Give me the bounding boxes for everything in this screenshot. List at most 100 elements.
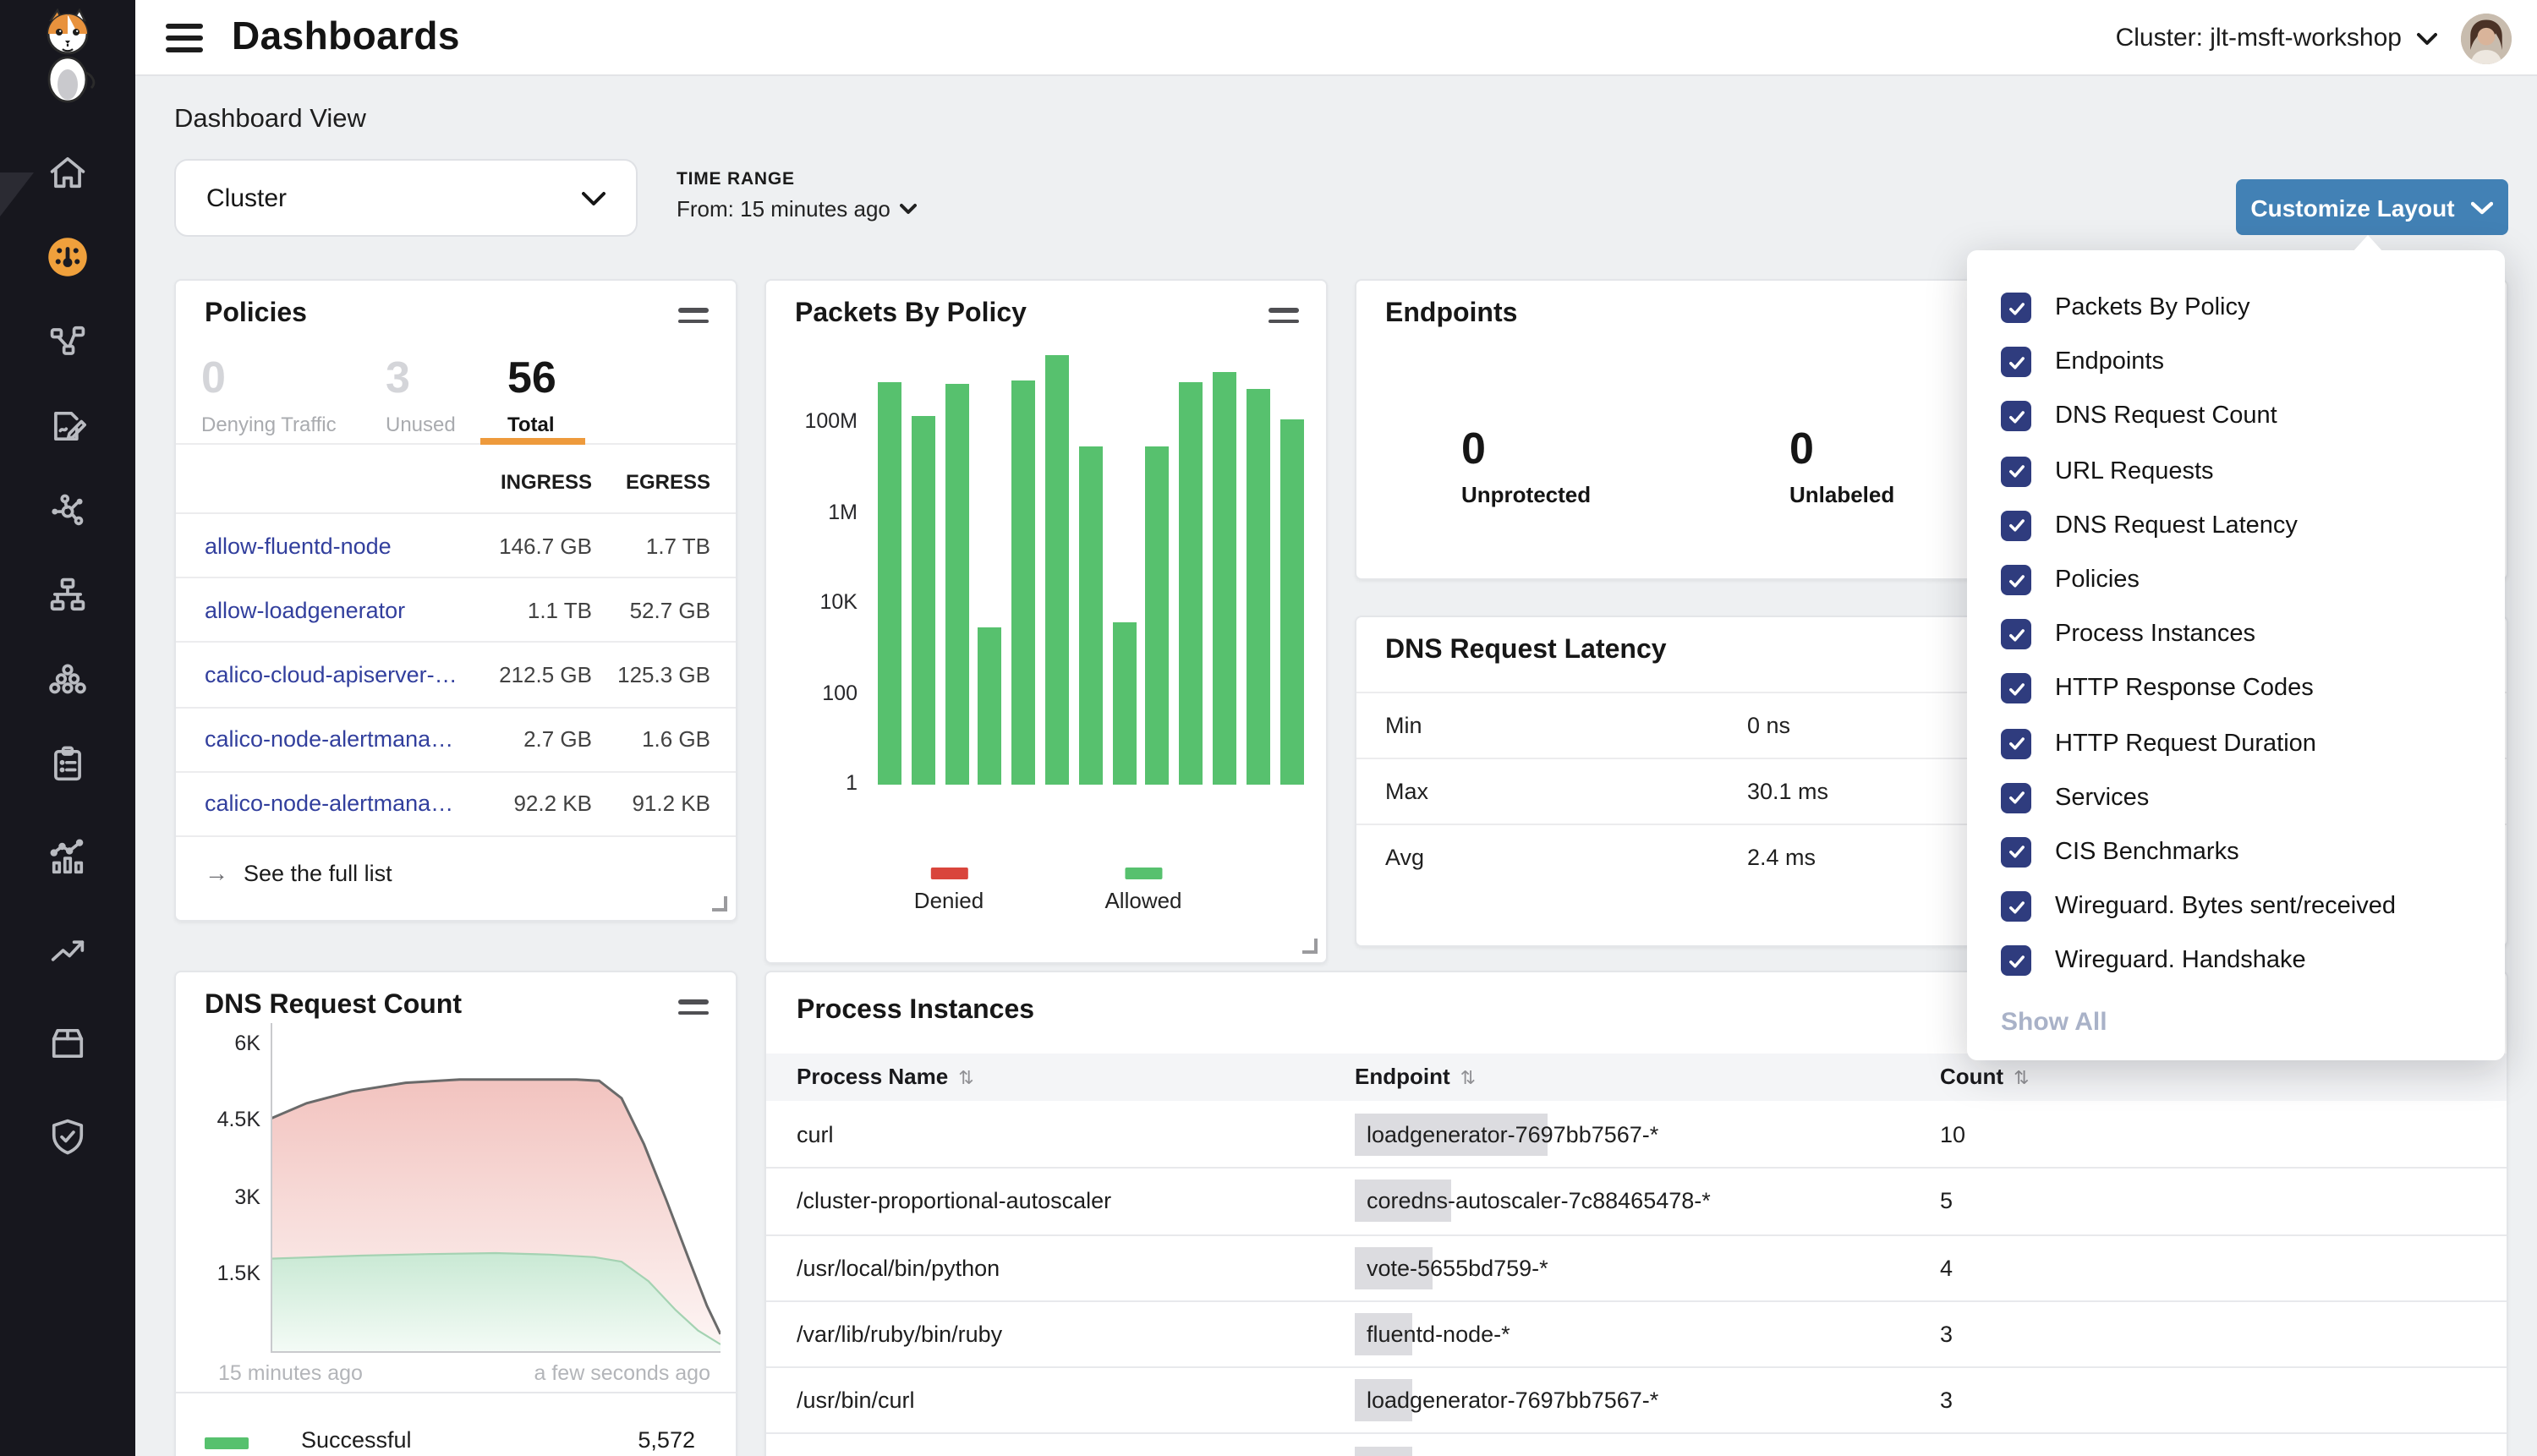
dns-area-chart — [271, 972, 721, 1355]
endpoint-name: fluentd-node-* — [1367, 1322, 1510, 1347]
policy-link[interactable]: allow-loadgenerator — [205, 598, 405, 623]
hive-icon — [46, 658, 90, 702]
checkbox-checked-icon[interactable] — [2001, 783, 2031, 813]
menu-item[interactable]: Wireguard. Handshake — [1967, 934, 2505, 988]
bar-value — [945, 384, 968, 785]
policy-egress-value: 52.7 GB — [630, 598, 710, 623]
sidebar-item-threat-defense[interactable] — [34, 1103, 101, 1170]
resize-handle[interactable] — [712, 896, 727, 911]
sidebar-item-image-assurance[interactable] — [34, 1010, 101, 1077]
policy-ingress-value: 1.1 TB — [528, 598, 592, 623]
time-range: TIME RANGE From: 15 minutes ago — [677, 169, 918, 222]
dns-legend-row: Successful 5,572 — [176, 1415, 736, 1456]
process-count: 5 — [1940, 1189, 1953, 1214]
checkbox-checked-icon[interactable] — [2001, 674, 2031, 704]
y-tick-label: 100 — [773, 681, 858, 704]
resize-handle[interactable] — [1302, 939, 1318, 954]
sidebar-item-policies[interactable] — [34, 392, 101, 460]
menu-item[interactable]: Wireguard. Bytes sent/received — [1967, 879, 2505, 933]
checkbox-checked-icon[interactable] — [2001, 293, 2031, 323]
checkbox-checked-icon[interactable] — [2001, 619, 2031, 649]
bar-value — [978, 627, 1002, 785]
menu-item[interactable]: Services — [1967, 770, 2505, 824]
menu-item[interactable]: CIS Benchmarks — [1967, 825, 2505, 879]
bar-value — [1247, 388, 1270, 785]
customize-layout-button[interactable]: Customize Layout — [2236, 179, 2508, 235]
menu-item[interactable]: URL Requests — [1967, 444, 2505, 498]
column-endpoint[interactable]: Endpoint⇅ — [1355, 1064, 1476, 1089]
show-all-button[interactable]: Show All — [2001, 1008, 2107, 1037]
see-full-list-label: See the full list — [244, 860, 392, 885]
process-name: /var/lib/ruby/bin/ruby — [797, 1322, 1002, 1347]
packets-by-policy-card: Packets By Policy 100M1M10K1001 DeniedAl… — [764, 279, 1328, 964]
menu-hamburger-icon[interactable] — [166, 24, 203, 52]
menu-item[interactable]: Endpoints — [1967, 335, 2505, 389]
menu-item[interactable]: HTTP Request Duration — [1967, 716, 2505, 770]
sidebar-item-reports[interactable] — [34, 824, 101, 891]
menu-item[interactable]: DNS Request Count — [1967, 390, 2505, 444]
policy-link[interactable]: calico-cloud-apiserver-… — [205, 662, 458, 687]
checkbox-checked-icon[interactable] — [2001, 456, 2031, 486]
sidebar-item-dashboards[interactable] — [34, 223, 101, 291]
time-range-value[interactable]: From: 15 minutes ago — [677, 196, 918, 222]
legend-swatch — [930, 868, 967, 879]
dashboard-view-select[interactable]: Cluster — [174, 159, 638, 237]
policy-egress-value: 1.6 GB — [642, 726, 710, 752]
menu-item[interactable]: Policies — [1967, 553, 2505, 607]
menu-item[interactable]: HTTP Response Codes — [1967, 662, 2505, 716]
legend-swatch-successful — [205, 1437, 249, 1449]
time-range-text: From: 15 minutes ago — [677, 196, 890, 222]
checkbox-checked-icon[interactable] — [2001, 891, 2031, 922]
sidebar — [0, 0, 135, 1456]
sort-icon[interactable]: ⇅ — [2014, 1069, 2029, 1089]
dropdown-caret — [2353, 235, 2383, 252]
sidebar-item-network-sets[interactable] — [34, 561, 101, 629]
column-process-name[interactable]: Process Name⇅ — [797, 1064, 974, 1089]
sidebar-item-home[interactable] — [34, 139, 101, 206]
checkbox-checked-icon[interactable] — [2001, 511, 2031, 541]
cluster-selector[interactable]: Cluster: jlt-msft-workshop — [2116, 24, 2437, 52]
sort-icon[interactable]: ⇅ — [958, 1069, 973, 1089]
policies-table-header: INGRESS EGRESS — [176, 470, 736, 507]
process-table-row: /cluster-proportional-autoscalercoredns-… — [766, 1168, 2507, 1234]
checkbox-checked-icon[interactable] — [2001, 946, 2031, 977]
policy-edit-icon — [46, 404, 90, 448]
column-count[interactable]: Count⇅ — [1940, 1064, 2030, 1089]
card-title: Policies — [205, 299, 307, 330]
legend-label: Allowed — [1104, 888, 1181, 913]
checkbox-checked-icon[interactable] — [2001, 728, 2031, 758]
endpoint-name: coredns-autoscaler-7c88465478-* — [1367, 1189, 1711, 1214]
calico-cat-logo — [30, 8, 105, 103]
policy-link[interactable]: calico-node-alertmana… — [205, 791, 453, 817]
checkbox-checked-icon[interactable] — [2001, 402, 2031, 432]
sidebar-item-service-graph[interactable] — [34, 477, 101, 545]
process-table-row: curlloadgenerator-7697bb7567-*10 — [766, 1101, 2507, 1168]
drag-handle-icon[interactable] — [678, 308, 709, 330]
sort-icon[interactable]: ⇅ — [1460, 1069, 1476, 1089]
policy-link[interactable]: calico-node-alertmana… — [205, 726, 453, 752]
policy-link[interactable]: allow-fluentd-node — [205, 533, 392, 558]
sidebar-item-clusters[interactable] — [34, 646, 101, 714]
process-table-body: curlloadgenerator-7697bb7567-*10/cluster… — [766, 1101, 2507, 1456]
menu-item[interactable]: DNS Request Latency — [1967, 499, 2505, 553]
card-title: DNS Request Latency — [1385, 636, 1667, 666]
checkbox-checked-icon[interactable] — [2001, 565, 2031, 595]
x-axis-label-end: a few seconds ago — [534, 1361, 711, 1385]
page-title: Dashboards — [232, 14, 460, 59]
see-full-list-link[interactable]: → See the full list — [205, 859, 392, 886]
sidebar-item-compliance[interactable] — [34, 731, 101, 798]
sidebar-item-trends[interactable] — [34, 917, 101, 984]
y-tick-label: 4.5K — [186, 1108, 260, 1131]
policy-ingress-value: 212.5 GB — [499, 662, 592, 687]
checkbox-checked-icon[interactable] — [2001, 837, 2031, 868]
sidebar-item-network-policy[interactable] — [34, 308, 101, 375]
policies-card: Policies 0Denying Traffic 3Unused 56Tota… — [174, 279, 737, 922]
bar-value — [1179, 383, 1203, 785]
checkbox-checked-icon[interactable] — [2001, 348, 2031, 378]
user-avatar[interactable] — [2461, 13, 2512, 63]
sidebar-decal — [0, 172, 34, 216]
divider — [176, 443, 736, 445]
menu-item[interactable]: Process Instances — [1967, 607, 2505, 661]
process-name: /usr/bin/curl — [797, 1388, 915, 1414]
menu-item[interactable]: Packets By Policy — [1967, 281, 2505, 335]
